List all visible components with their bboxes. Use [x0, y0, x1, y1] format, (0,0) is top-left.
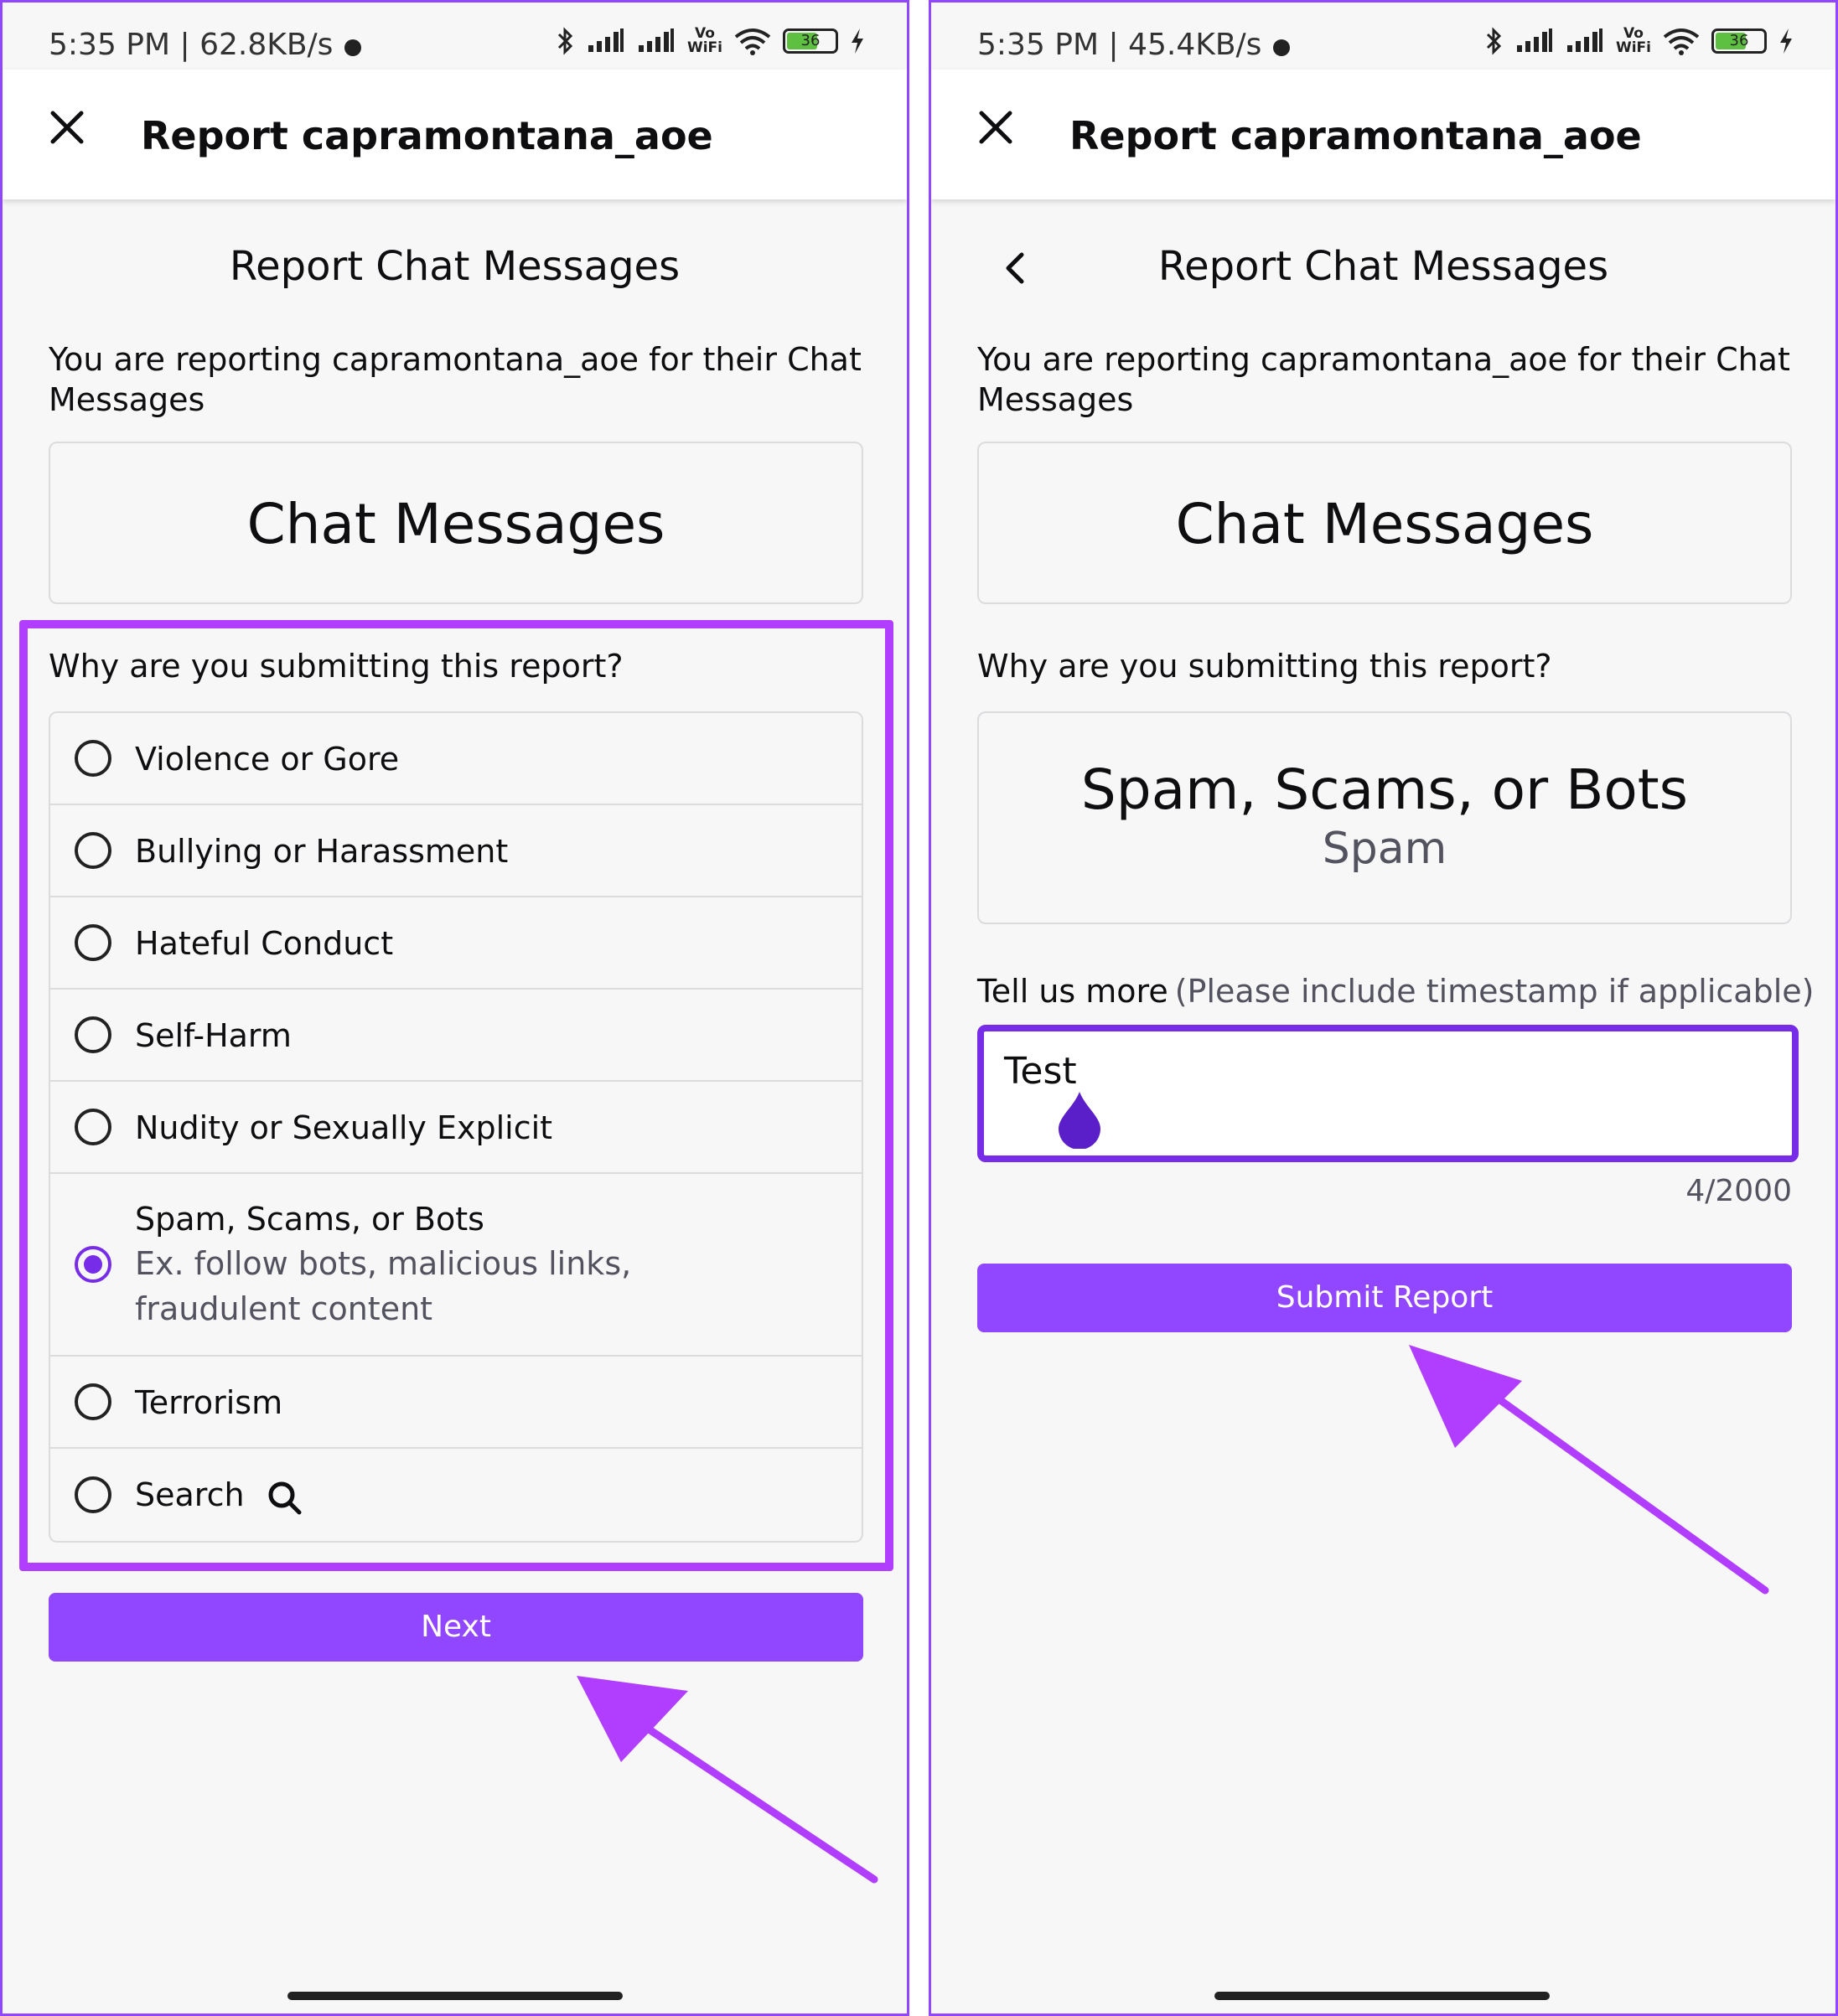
next-button[interactable]: Next — [49, 1593, 863, 1662]
battery-icon: 36 — [783, 28, 838, 54]
app-header: Report capramontana_aoe — [3, 70, 907, 199]
radio-button[interactable] — [75, 924, 111, 961]
text-cursor-handle-icon[interactable] — [1055, 1088, 1104, 1149]
textarea-value: Test — [1004, 1050, 1077, 1093]
notification-dot-icon — [344, 39, 361, 56]
radio-button[interactable] — [75, 740, 111, 777]
option-violence-or-gore[interactable]: Violence or Gore — [50, 713, 862, 805]
option-search[interactable]: Search — [50, 1449, 862, 1541]
report-question: Why are you submitting this report? — [977, 648, 1552, 685]
signal-icon — [587, 28, 625, 54]
battery-icon: 36 — [1711, 28, 1767, 54]
phone-screen-left: 5:35 PM | 62.8KB/s Vo WiFi 36 Report capr… — [0, 0, 909, 2016]
wifi-icon — [1663, 28, 1700, 55]
app-header: Report capramontana_aoe — [931, 70, 1835, 199]
vowifi-icon: Vo WiFi — [1615, 25, 1651, 56]
home-indicator — [287, 1992, 623, 2000]
status-icons: Vo WiFi 36 — [1485, 26, 1794, 56]
selected-reason-title: Spam, Scams, or Bots — [1080, 757, 1689, 822]
option-terrorism[interactable]: Terrorism — [50, 1357, 862, 1449]
option-hateful-conduct[interactable]: Hateful Conduct — [50, 897, 862, 990]
category-card: Chat Messages — [49, 442, 863, 604]
status-bar: 5:35 PM | 62.8KB/s Vo WiFi 36 — [3, 3, 907, 70]
tell-more-label: Tell us more (Please include timestamp if… — [977, 973, 1814, 1010]
tell-more-title: Tell us more — [977, 973, 1168, 1010]
report-details-textarea[interactable]: Test — [977, 1025, 1799, 1162]
close-icon[interactable] — [975, 106, 1017, 148]
option-self-harm[interactable]: Self-Harm — [50, 990, 862, 1082]
option-label: Terrorism — [135, 1384, 283, 1421]
category-label: Chat Messages — [1175, 492, 1594, 556]
option-bullying-or-harassment[interactable]: Bullying or Harassment — [50, 805, 862, 897]
wifi-icon — [734, 28, 771, 55]
phone-screen-right: 5:35 PM | 45.4KB/s Vo WiFi 36 Report capr… — [929, 0, 1838, 2016]
charging-bolt-icon — [1780, 28, 1792, 54]
category-card: Chat Messages — [977, 442, 1792, 604]
home-indicator — [1214, 1992, 1550, 2000]
category-label: Chat Messages — [246, 492, 665, 556]
signal-icon — [637, 28, 676, 54]
radio-button[interactable] — [75, 1383, 111, 1420]
reason-options-list: Violence or Gore Bullying or Harassment … — [49, 711, 863, 1543]
vowifi-icon: Vo WiFi — [686, 25, 722, 56]
report-description: You are reporting capramontana_aoe for t… — [49, 341, 862, 418]
selected-reason-subtitle: Spam — [1322, 824, 1447, 874]
selected-reason-card: Spam, Scams, or Bots Spam — [977, 711, 1792, 924]
option-label: Hateful Conduct — [135, 925, 394, 962]
option-label: Nudity or Sexually Explicit — [135, 1109, 553, 1146]
option-description: Ex. follow bots, malicious links, fraudu… — [135, 1245, 632, 1327]
report-question: Why are you submitting this report? — [49, 648, 624, 685]
option-label: Bullying or Harassment — [135, 833, 509, 870]
header-title: Report capramontana_aoe — [1069, 113, 1642, 158]
status-time: 5:35 PM | 62.8KB/s — [49, 28, 334, 62]
search-icon — [268, 1481, 302, 1514]
signal-icon — [1515, 28, 1554, 54]
option-spam-scams-or-bots[interactable]: Spam, Scams, or Bots Ex. follow bots, ma… — [50, 1174, 862, 1357]
close-icon[interactable] — [46, 106, 88, 148]
status-icons: Vo WiFi 36 — [557, 26, 865, 56]
option-label: Search — [135, 1476, 245, 1513]
option-label: Violence or Gore — [135, 741, 400, 778]
notification-dot-icon — [1273, 39, 1290, 56]
status-bar: 5:35 PM | 45.4KB/s Vo WiFi 36 — [931, 3, 1835, 70]
radio-button[interactable] — [75, 832, 111, 869]
section-title: Report Chat Messages — [229, 243, 681, 290]
radio-button-selected[interactable] — [75, 1246, 111, 1283]
bluetooth-icon — [557, 27, 573, 55]
option-nudity-or-sexually-explicit[interactable]: Nudity or Sexually Explicit — [50, 1082, 862, 1174]
character-counter: 4/2000 — [1685, 1174, 1792, 1208]
section-title: Report Chat Messages — [1157, 243, 1609, 290]
signal-icon — [1566, 28, 1604, 54]
header-title: Report capramontana_aoe — [141, 113, 713, 158]
status-time: 5:35 PM | 45.4KB/s — [977, 28, 1262, 62]
tell-more-hint: (Please include timestamp if applicable) — [1174, 973, 1815, 1010]
annotation-arrow — [1409, 1345, 1769, 1595]
option-label: Spam, Scams, or Bots — [135, 1201, 484, 1238]
option-label: Self-Harm — [135, 1017, 292, 1054]
radio-button[interactable] — [75, 1109, 111, 1145]
charging-bolt-icon — [852, 28, 863, 54]
bluetooth-icon — [1486, 27, 1502, 55]
submit-report-button[interactable]: Submit Report — [977, 1264, 1792, 1332]
radio-button[interactable] — [75, 1016, 111, 1053]
report-description: You are reporting capramontana_aoe for t… — [977, 341, 1790, 418]
annotation-arrow — [577, 1676, 878, 1884]
radio-button[interactable] — [75, 1476, 111, 1513]
